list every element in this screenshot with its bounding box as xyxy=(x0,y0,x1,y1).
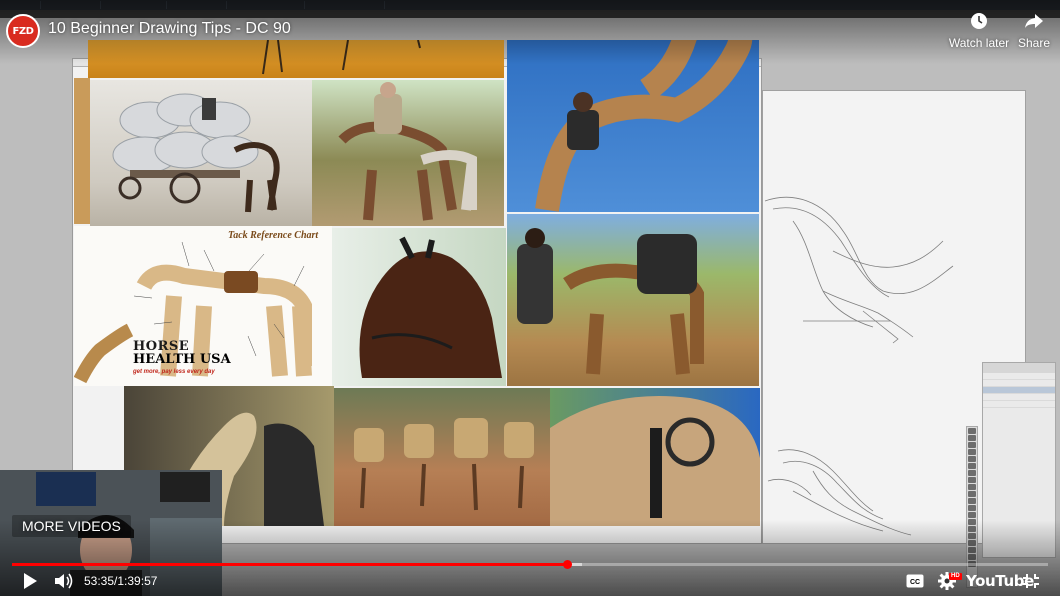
horse-logo-tagline: get more, pay less every day xyxy=(133,369,215,375)
layer-row[interactable] xyxy=(983,394,1055,401)
fullscreen-button[interactable] xyxy=(1022,570,1044,592)
volume-icon xyxy=(55,573,73,589)
horse-logo-line2: HEALTH USA xyxy=(133,352,231,367)
progress-bar[interactable] xyxy=(12,560,1048,569)
svg-text:CC: CC xyxy=(910,579,920,586)
layer-row[interactable] xyxy=(983,373,1055,380)
fullscreen-icon xyxy=(1023,574,1039,588)
captions-icon: CC xyxy=(906,574,924,588)
current-time: 53:35 xyxy=(84,574,115,588)
layers-panel-header xyxy=(983,363,1055,373)
clock-icon xyxy=(971,13,987,29)
horse-health-logo: HORSE HEALTH USA get more, pay less ever… xyxy=(133,340,231,379)
photo-man-on-camel xyxy=(507,40,759,212)
photo-horse-bridle-closeup xyxy=(550,388,760,526)
photo-sand-edge xyxy=(74,78,90,224)
channel-logo-text: FZD xyxy=(12,25,34,37)
layer-row-selected[interactable] xyxy=(983,387,1055,394)
channel-avatar[interactable]: FZD xyxy=(6,14,40,48)
play-icon xyxy=(24,573,37,589)
time-display: 53:35 / 1:39:57 xyxy=(84,570,157,592)
share-arrow-icon xyxy=(1025,14,1043,28)
layer-row[interactable] xyxy=(983,380,1055,387)
photo-pack-mules xyxy=(334,388,550,526)
video-title[interactable]: 10 Beginner Drawing Tips - DC 90 xyxy=(48,20,291,38)
volume-button[interactable] xyxy=(54,570,78,592)
photo-cart-horse xyxy=(90,80,312,226)
camel-head-sticker xyxy=(74,320,136,386)
photo-man-riding-mule xyxy=(312,80,504,226)
share-button[interactable]: Share xyxy=(1014,12,1054,50)
bottom-gradient xyxy=(0,520,1060,596)
play-button[interactable] xyxy=(22,570,44,592)
video-frame[interactable]: – ▫ × xyxy=(0,0,1060,596)
photo-brown-horse-head xyxy=(332,228,506,386)
youtube-logo[interactable]: YouTube xyxy=(966,570,1034,592)
tack-chart-title: Tack Reference Chart xyxy=(228,230,319,241)
hd-badge: HD xyxy=(949,573,962,580)
duration: 1:39:57 xyxy=(117,574,158,588)
photo-man-with-packhorse xyxy=(507,214,759,386)
layer-row[interactable] xyxy=(983,401,1055,408)
share-label: Share xyxy=(1017,36,1051,50)
captions-button[interactable]: CC xyxy=(906,570,928,592)
progress-played xyxy=(12,563,568,566)
watch-later-label: Watch later xyxy=(948,36,1010,50)
more-videos-button[interactable]: MORE VIDEOS xyxy=(12,515,131,537)
watch-later-button[interactable]: Watch later xyxy=(944,12,1014,50)
